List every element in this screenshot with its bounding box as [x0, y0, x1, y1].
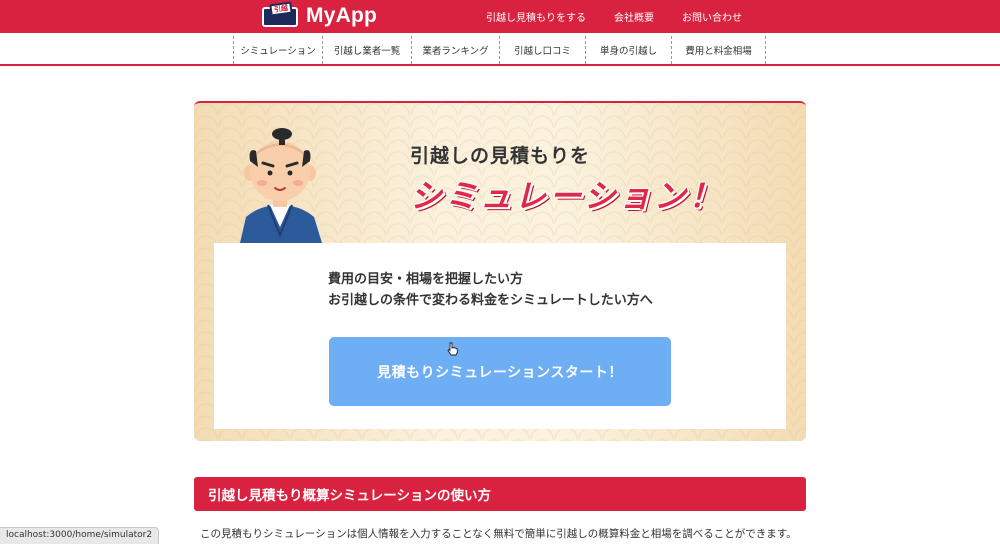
- hand-cursor-icon: [447, 342, 458, 356]
- description-line-2: お引越しの条件で変わる料金をシミュレートしたい方へ: [328, 293, 653, 308]
- subnav-item-single-move[interactable]: 単身の引越し: [586, 36, 672, 64]
- hero-description: 費用の目安・相場を把握したい方 お引越しの条件で変わる料金をシミュレートしたい方…: [328, 269, 653, 311]
- nav-link-contact[interactable]: お問い合わせ: [682, 9, 742, 24]
- hero-title-emphasis: シミュレーション！: [410, 177, 724, 215]
- top-header: 引越 MyApp 引越し見積もりをする 会社概要 お問い合わせ: [0, 0, 1000, 33]
- section-heading: 引越し見積もり概算シミュレーションの使い方: [194, 477, 806, 511]
- truck-logo-icon: 引越: [262, 1, 300, 29]
- subnav-item-company-list[interactable]: 引越し業者一覧: [323, 36, 412, 64]
- nav-link-estimate[interactable]: 引越し見積もりをする: [486, 9, 586, 24]
- hero-title: 引越しの見積もりを: [410, 145, 591, 167]
- nav-link-company[interactable]: 会社概要: [614, 9, 654, 24]
- sub-nav: シミュレーション 引越し業者一覧 業者ランキング 引越し口コミ 単身の引越し 費…: [0, 33, 1000, 66]
- start-simulation-button[interactable]: 見積もりシミュレーションスタート！: [329, 337, 671, 406]
- description-line-1: 費用の目安・相場を把握したい方: [328, 272, 524, 287]
- samurai-illustration: [240, 128, 322, 243]
- section-paragraph: この見積もりシミュレーションは個人情報を入力することなく無料で簡単に引越しの概算…: [200, 528, 797, 540]
- status-bar-url: localhost:3000/home/simulator2: [0, 527, 160, 544]
- subnav-item-simulation[interactable]: シミュレーション: [234, 36, 323, 64]
- subnav-item-reviews[interactable]: 引越し口コミ: [500, 36, 586, 64]
- logo-text: MyApp: [306, 4, 377, 27]
- hero-panel: 引越しの見積もりを シミュレーション！ 費用の目安・相場を把握したい方 お引越し…: [194, 101, 806, 441]
- hero-card: 費用の目安・相場を把握したい方 お引越しの条件で変わる料金をシミュレートしたい方…: [214, 243, 786, 429]
- logo[interactable]: 引越 MyApp: [262, 1, 377, 29]
- top-nav: 引越し見積もりをする 会社概要 お問い合わせ: [486, 0, 770, 33]
- subnav-item-ranking[interactable]: 業者ランキング: [412, 36, 500, 64]
- subnav-item-cost[interactable]: 費用と料金相場: [672, 36, 766, 64]
